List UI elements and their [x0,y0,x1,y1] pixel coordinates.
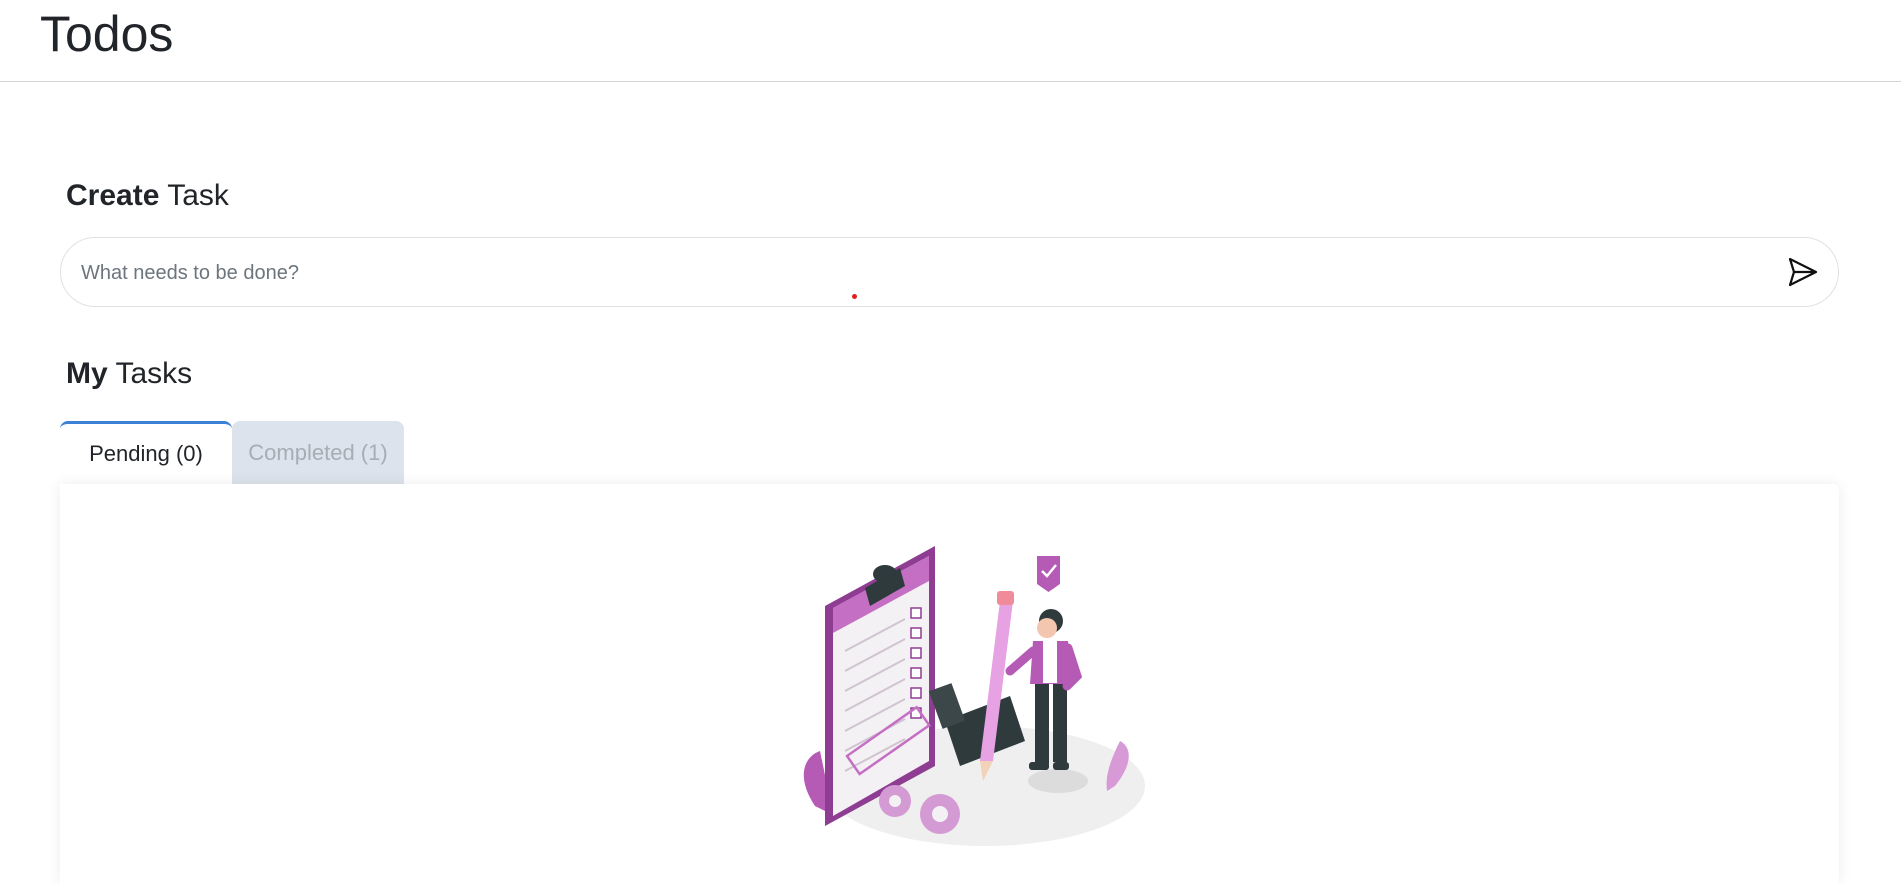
task-input[interactable] [79,238,1763,308]
create-task-form [60,237,1839,308]
create-task-heading-rest: Task [167,179,229,212]
completed-tasks-illustration [803,546,1145,846]
tab-pending[interactable]: Pending (0) [60,421,232,484]
my-tasks-heading: My Tasks [66,356,192,392]
my-tasks-heading-rest: Tasks [115,357,193,390]
add-task-button[interactable] [1782,252,1822,292]
tab-completed[interactable]: Completed (1) [232,421,404,484]
app-header: Todos [0,0,1901,82]
pending-tasks-panel [60,484,1839,884]
create-task-heading-bold: Create [66,179,160,212]
my-tasks-heading-bold: My [66,357,108,390]
send-icon [1788,257,1818,287]
app-title: Todos [40,6,174,62]
create-task-heading: Create Task [66,178,229,214]
cursor-dot [852,294,857,299]
